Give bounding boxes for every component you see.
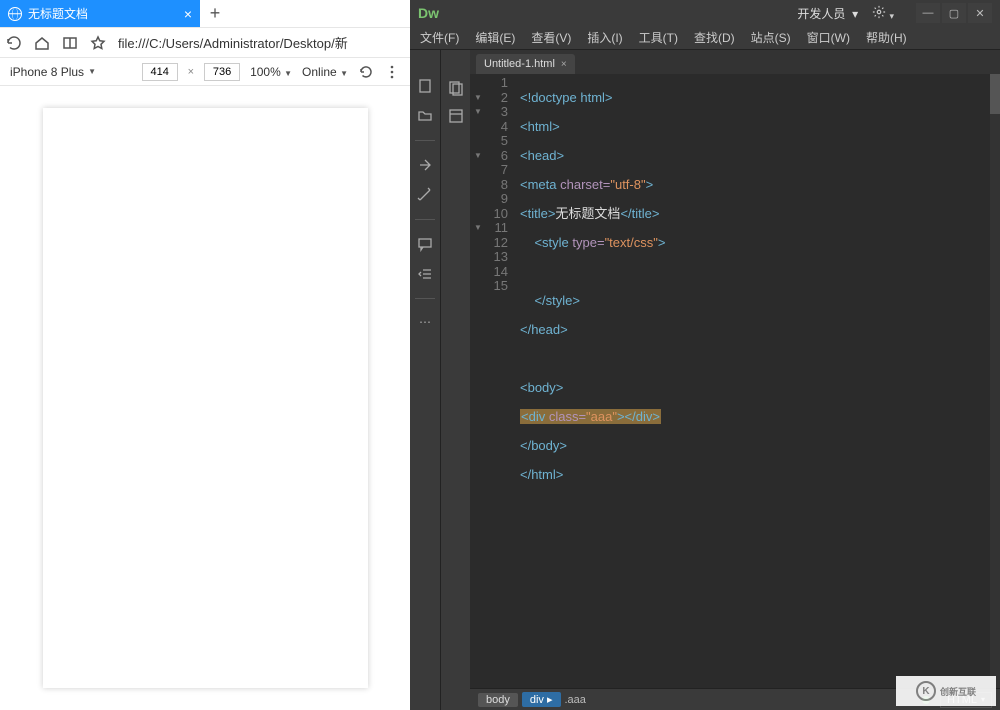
close-button[interactable]: ✕ [968,3,992,23]
crumb-body[interactable]: body [478,693,518,707]
dreamweaver-pane: Dw 开发人员 ▾ ▾ — ▢ ✕ 文件(F) 编辑(E) 查看(V) 插入(I… [410,0,1000,710]
device-toolbar: iPhone 8 Plus ▼ × 100% ▼ Online ▼ [0,58,410,86]
width-input[interactable] [142,63,178,81]
home-icon[interactable] [34,35,50,51]
left-toolbar: ⋯ [410,50,440,710]
dimension-separator: × [188,66,194,78]
preview-canvas[interactable] [43,108,368,688]
menu-edit[interactable]: 编辑(E) [475,29,515,46]
code-content[interactable]: <!doctype html> <html> <head> <meta char… [512,74,1000,688]
extra-toolbar [440,50,470,710]
height-input[interactable] [204,63,240,81]
preview-viewport [0,86,410,710]
new-tab-button[interactable]: + [200,0,230,27]
zoom-selector[interactable]: 100% ▼ [250,65,292,79]
manage-icon[interactable] [417,108,433,124]
menu-view[interactable]: 查看(V) [531,29,571,46]
throttle-selector[interactable]: Online ▼ [302,65,348,79]
menu-file[interactable]: 文件(F) [420,29,459,46]
menu-find[interactable]: 查找(D) [694,29,735,46]
dw-titlebar: Dw 开发人员 ▾ ▾ — ▢ ✕ [410,0,1000,26]
chevron-down-icon: ▼ [88,67,96,76]
close-tab-button[interactable]: × [184,6,192,22]
reload-icon[interactable] [6,35,22,51]
dw-logo: Dw [418,5,439,21]
menu-insert[interactable]: 插入(I) [587,29,622,46]
more-icon[interactable] [384,64,400,80]
dw-menubar: 文件(F) 编辑(E) 查看(V) 插入(I) 工具(T) 查找(D) 站点(S… [410,26,1000,50]
window-buttons: — ▢ ✕ [916,3,992,23]
url-text[interactable]: file:///C:/Users/Administrator/Desktop/新 [118,33,404,52]
maximize-button[interactable]: ▢ [942,3,966,23]
code-editor: Untitled-1.html× 123456789101112131415 <… [470,50,1000,710]
address-bar: file:///C:/Users/Administrator/Desktop/新 [0,28,410,58]
close-file-icon[interactable]: × [561,59,567,70]
minimize-button[interactable]: — [916,3,940,23]
outdent-icon[interactable] [417,266,433,282]
file-tabs: Untitled-1.html× [470,50,1000,74]
comment-icon[interactable] [417,236,433,252]
menu-window[interactable]: 窗口(W) [807,29,850,46]
panel-icon[interactable] [62,35,78,51]
wand-icon[interactable] [417,187,433,203]
browser-tab-title: 无标题文档 [28,5,178,22]
watermark-logo-icon: K [916,681,936,701]
line-gutter: 123456789101112131415 [470,74,512,688]
file-tab-active[interactable]: Untitled-1.html× [476,54,575,74]
editor-scrollbar[interactable] [990,74,1000,688]
menu-tools[interactable]: 工具(T) [639,29,678,46]
files-panel-icon[interactable] [448,80,464,96]
globe-icon [8,7,22,21]
watermark: K 创新互联 [896,676,996,706]
expand-icon[interactable] [417,157,433,173]
browser-preview-pane: 无标题文档 × + file:///C:/Users/Administrator… [0,0,410,710]
browser-tab-active[interactable]: 无标题文档 × [0,0,200,27]
device-selector[interactable]: iPhone 8 Plus ▼ [10,65,96,79]
css-panel-icon[interactable] [448,108,464,124]
crumb-div[interactable]: div ▸ [522,692,561,707]
workspace-selector[interactable]: 开发人员 ▾ [797,5,858,22]
more-tools-icon[interactable]: ⋯ [419,315,431,329]
star-icon[interactable] [90,35,106,51]
crumb-class[interactable]: .aaa [565,694,586,706]
menu-help[interactable]: 帮助(H) [866,29,907,46]
settings-button[interactable]: ▾ [872,5,894,22]
menu-site[interactable]: 站点(S) [751,29,791,46]
rotate-icon[interactable] [358,64,374,80]
code-area[interactable]: 123456789101112131415 <!doctype html> <h… [470,74,1000,688]
browser-tab-strip: 无标题文档 × + [0,0,410,28]
file-icon[interactable] [417,78,433,94]
